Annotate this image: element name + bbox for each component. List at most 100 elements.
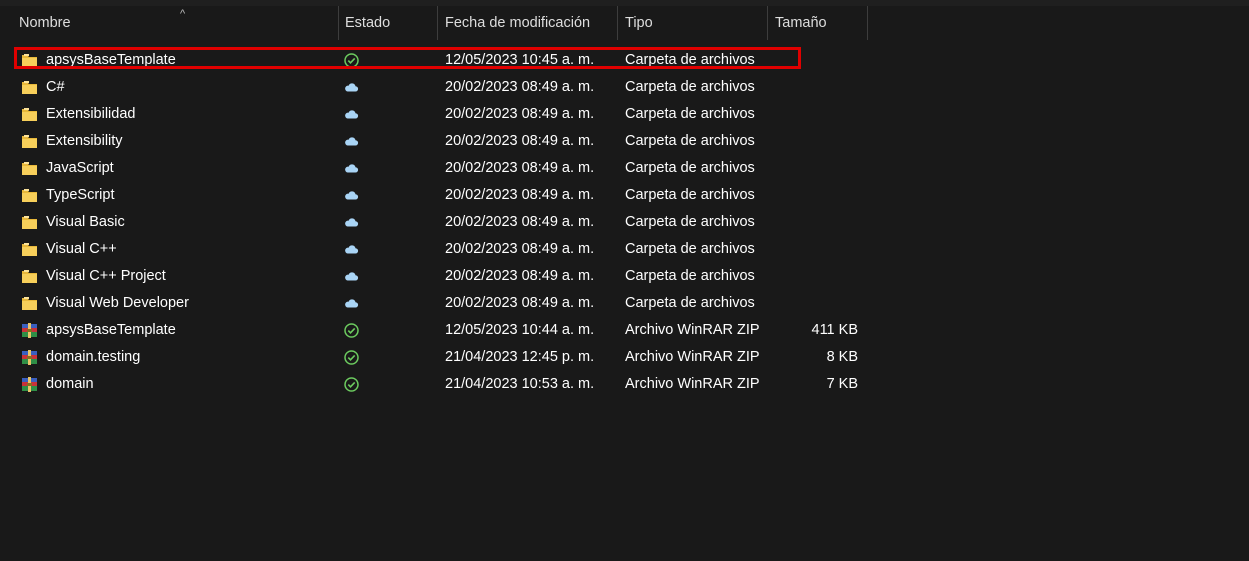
column-header-name-label: Nombre	[19, 15, 71, 31]
file-type: Carpeta de archivos	[625, 160, 755, 176]
folder-icon	[21, 133, 38, 150]
file-row[interactable]: Extensibilidad 20/02/2023 08:49 a. m. Carp…	[0, 101, 860, 128]
column-header-status-label: Estado	[345, 15, 391, 31]
file-type: Carpeta de archivos	[625, 79, 755, 95]
column-header-modified-label: Fecha de modificación	[445, 15, 591, 31]
folder-icon	[21, 160, 38, 177]
cloud-icon	[344, 134, 359, 149]
file-modified-date: 12/05/2023 10:44 a. m.	[445, 322, 595, 338]
file-name[interactable]: JavaScript	[46, 155, 114, 182]
cloud-icon	[344, 107, 359, 122]
file-type: Carpeta de archivos	[625, 214, 755, 230]
file-type: Archivo WinRAR ZIP	[625, 376, 760, 392]
file-type: Archivo WinRAR ZIP	[625, 349, 760, 365]
file-size	[775, 209, 858, 236]
file-name[interactable]: Extensibilidad	[46, 101, 135, 128]
cloud-icon	[344, 215, 359, 230]
column-header-modified[interactable]: Fecha de modificación	[437, 6, 618, 40]
cloud-icon	[344, 188, 359, 203]
file-size: 7 KB	[826, 376, 858, 392]
synced-check-icon	[344, 53, 359, 68]
cloud-icon	[344, 161, 359, 176]
file-size	[775, 155, 858, 182]
file-type: Carpeta de archivos	[625, 133, 755, 149]
cloud-icon	[344, 80, 359, 95]
column-header-type[interactable]: Tipo	[617, 6, 768, 40]
file-modified-date: 20/02/2023 08:49 a. m.	[445, 133, 595, 149]
file-name[interactable]: domain.testing	[46, 344, 140, 371]
file-modified-date: 20/02/2023 08:49 a. m.	[445, 214, 595, 230]
file-modified-date: 20/02/2023 08:49 a. m.	[445, 241, 595, 257]
file-name[interactable]: apsysBaseTemplate	[46, 47, 176, 74]
file-name[interactable]: TypeScript	[46, 182, 115, 209]
file-size	[775, 74, 858, 101]
file-modified-date: 20/02/2023 08:49 a. m.	[445, 79, 595, 95]
file-size	[775, 236, 858, 263]
file-row[interactable]: JavaScript 20/02/2023 08:49 a. m. Carpeta …	[0, 155, 860, 182]
file-name[interactable]: Visual C++	[46, 236, 117, 263]
file-name[interactable]: C#	[46, 74, 65, 101]
column-header: ^ Nombre Estado Fecha de modificación Ti…	[0, 6, 1249, 40]
synced-check-icon	[344, 323, 359, 338]
file-modified-date: 20/02/2023 08:49 a. m.	[445, 160, 595, 176]
file-size	[775, 182, 858, 209]
file-modified-date: 12/05/2023 10:45 a. m.	[445, 52, 595, 68]
folder-icon	[21, 187, 38, 204]
file-size: 411 KB	[811, 322, 859, 338]
synced-check-icon	[344, 377, 359, 392]
cloud-icon	[344, 242, 359, 257]
file-name[interactable]: Extensibility	[46, 128, 123, 155]
winrar-archive-icon	[21, 376, 38, 393]
folder-icon	[21, 268, 38, 285]
cloud-icon	[344, 296, 359, 311]
column-header-size-label: Tamaño	[775, 15, 827, 31]
sort-ascending-icon: ^	[180, 8, 186, 20]
synced-check-icon	[344, 350, 359, 365]
file-modified-date: 20/02/2023 08:49 a. m.	[445, 268, 595, 284]
folder-icon	[21, 79, 38, 96]
file-size	[775, 263, 858, 290]
file-size	[775, 101, 858, 128]
file-row[interactable]: TypeScript 20/02/2023 08:49 a. m. Carpeta …	[0, 182, 860, 209]
folder-icon	[21, 52, 38, 69]
winrar-archive-icon	[21, 322, 38, 339]
file-row[interactable]: domain.testing 21/04/2023 12:45 p. m. Arch…	[0, 344, 860, 371]
file-size	[775, 290, 858, 317]
column-header-type-label: Tipo	[625, 15, 653, 31]
file-type: Carpeta de archivos	[625, 187, 755, 203]
file-size	[775, 47, 858, 74]
file-type: Carpeta de archivos	[625, 106, 755, 122]
file-type: Archivo WinRAR ZIP	[625, 322, 760, 338]
file-row[interactable]: Visual Basic 20/02/2023 08:49 a. m. Carpet…	[0, 209, 860, 236]
file-type: Carpeta de archivos	[625, 241, 755, 257]
column-header-status[interactable]: Estado	[337, 6, 438, 40]
file-row[interactable]: Extensibility 20/02/2023 08:49 a. m. Carpe…	[0, 128, 860, 155]
file-name[interactable]: domain	[46, 371, 94, 398]
file-modified-date: 21/04/2023 12:45 p. m.	[445, 349, 595, 365]
file-name[interactable]: apsysBaseTemplate	[46, 317, 176, 344]
file-row[interactable]: C# 20/02/2023 08:49 a. m. Carpeta de archi…	[0, 74, 860, 101]
file-row[interactable]: Visual Web Developer 20/02/2023 08:49 a. …	[0, 290, 860, 317]
file-list: apsysBaseTemplate 12/05/2023 10:45 a. m. C…	[0, 47, 1249, 398]
file-modified-date: 20/02/2023 08:49 a. m.	[445, 106, 595, 122]
cloud-icon	[344, 269, 359, 284]
folder-icon	[21, 241, 38, 258]
file-row[interactable]: Visual C++ Project 20/02/2023 08:49 a. m.…	[0, 263, 860, 290]
file-row[interactable]: apsysBaseTemplate 12/05/2023 10:44 a. m. A…	[0, 317, 860, 344]
file-size	[775, 128, 858, 155]
file-name[interactable]: Visual C++ Project	[46, 263, 166, 290]
winrar-archive-icon	[21, 349, 38, 366]
file-name[interactable]: Visual Basic	[46, 209, 125, 236]
file-name[interactable]: Visual Web Developer	[46, 290, 189, 317]
file-row[interactable]: domain 21/04/2023 10:53 a. m. Archivo WinR…	[0, 371, 860, 398]
file-type: Carpeta de archivos	[625, 52, 755, 68]
file-row[interactable]: Visual C++ 20/02/2023 08:49 a. m. Carpeta …	[0, 236, 860, 263]
file-row[interactable]: apsysBaseTemplate 12/05/2023 10:45 a. m. C…	[0, 47, 860, 74]
file-modified-date: 20/02/2023 08:49 a. m.	[445, 295, 595, 311]
file-type: Carpeta de archivos	[625, 268, 755, 284]
column-header-name[interactable]: ^ Nombre	[11, 6, 339, 40]
column-header-size[interactable]: Tamaño	[767, 6, 868, 40]
file-modified-date: 20/02/2023 08:49 a. m.	[445, 187, 595, 203]
file-size: 8 KB	[826, 349, 858, 365]
folder-icon	[21, 295, 38, 312]
